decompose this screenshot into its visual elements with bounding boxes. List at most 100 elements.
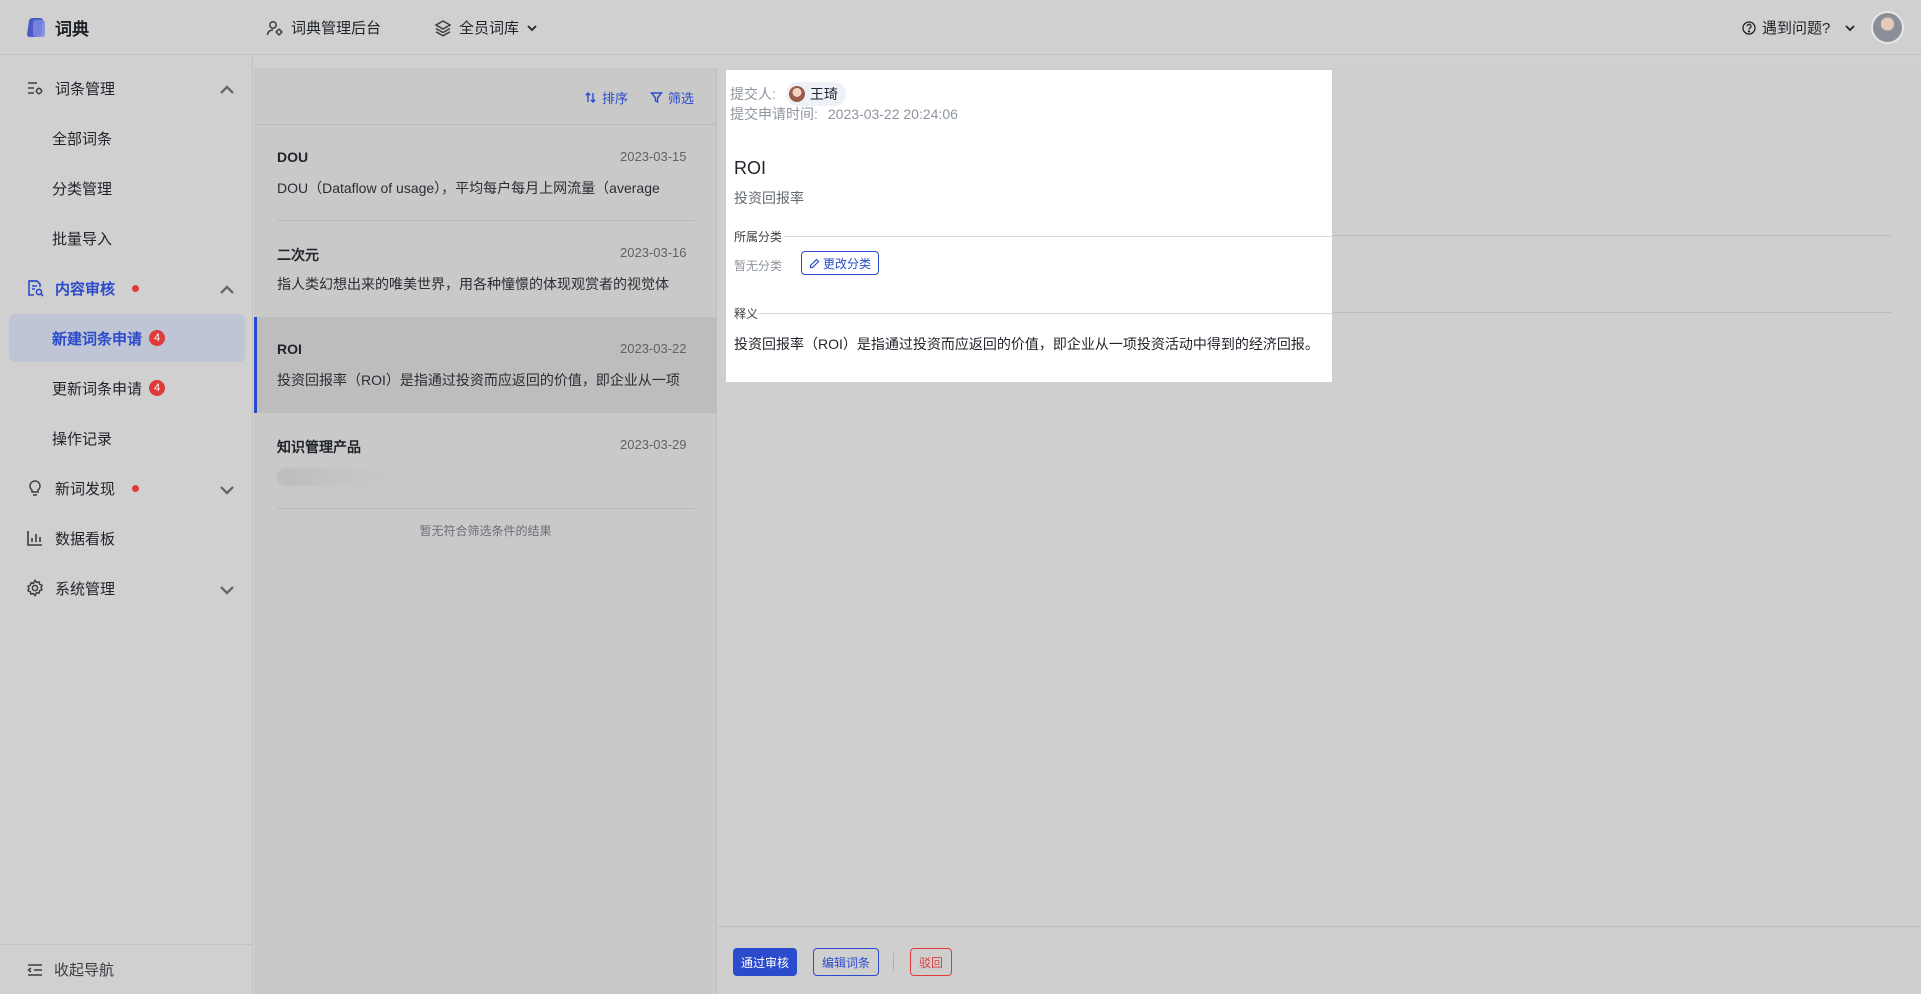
bar-chart-icon xyxy=(27,531,42,546)
edit-category-button[interactable]: 更改分类 xyxy=(801,251,880,275)
item-desc: 指人类幻想出来的唯美世界，用各种憧憬的体现观赏者的视觉体 xyxy=(277,276,669,292)
sidebar-group-label: 数据看板 xyxy=(55,530,116,548)
notification-dot xyxy=(132,484,140,492)
sidebar-group-label: 系统管理 xyxy=(55,580,116,598)
sidebar: 词条管理 全部词条 分类管理 批量导入 内容审核 新建词条申请 4 更新词条申请… xyxy=(0,56,253,994)
user-avatar[interactable] xyxy=(1871,11,1904,44)
sort-label: 排序 xyxy=(602,91,629,106)
count-badge: 4 xyxy=(149,330,166,346)
sidebar-group-system[interactable]: 系统管理 xyxy=(0,564,253,612)
sidebar-item-label: 更新词条申请 xyxy=(52,380,143,398)
edit-pen-icon xyxy=(809,258,820,268)
chevron-down-icon xyxy=(220,486,234,495)
item-date: 2023-03-22 xyxy=(620,341,687,356)
library-switcher[interactable]: 全员词库 xyxy=(434,17,538,38)
submit-time-row: 提交申请时间: 2023-03-22 20:24:06 xyxy=(730,104,958,124)
filter-button[interactable]: 筛选 xyxy=(650,88,694,107)
item-title: 二次元 xyxy=(277,247,319,263)
edit-category-label: 更改分类 xyxy=(823,256,872,271)
item-date: 2023-03-15 xyxy=(620,149,687,164)
sidebar-item-all-terms[interactable]: 全部词条 xyxy=(0,114,253,162)
sidebar-group-discovery[interactable]: 新词发现 xyxy=(0,464,253,512)
item-title: ROI xyxy=(277,341,302,357)
help-menu[interactable]: 遇到问题? xyxy=(1742,17,1856,38)
collapse-nav-label: 收起导航 xyxy=(54,962,115,979)
app-name: 词典 xyxy=(55,20,89,39)
section-divider xyxy=(758,313,1332,314)
sidebar-item-update-request[interactable]: 更新词条申请 4 xyxy=(0,364,253,412)
item-desc: 投资回报率（ROI）是指通过投资而应返回的价值，即企业从一项 xyxy=(277,372,680,388)
admin-nav-label: 词典管理后台 xyxy=(291,20,382,37)
lightbulb-icon xyxy=(29,480,41,496)
sidebar-item-category-mgmt[interactable]: 分类管理 xyxy=(0,164,253,212)
sidebar-item-bulk-import[interactable]: 批量导入 xyxy=(0,214,253,262)
top-bar: 词典 词典管理后台 全员词库 遇到问题? xyxy=(0,0,1921,55)
sidebar-group-label: 词条管理 xyxy=(55,80,116,98)
sidebar-item-label: 全部词条 xyxy=(52,130,113,148)
edit-term-button[interactable]: 编辑词条 xyxy=(813,948,880,976)
sidebar-item-label: 分类管理 xyxy=(52,180,113,198)
chevron-down-icon xyxy=(1845,24,1855,31)
chevron-up-icon xyxy=(220,85,234,94)
list-settings-icon xyxy=(28,82,43,95)
sidebar-group-term-mgmt[interactable]: 词条管理 xyxy=(0,64,253,112)
collapse-menu-icon xyxy=(27,963,42,976)
detail-panel: 提交人: 王琦 提交申请时间: 2023-03-22 20:24:06 ROI 投… xyxy=(718,68,1921,994)
term-alias: 投资回报率 xyxy=(734,190,804,206)
section-title: 释义 xyxy=(734,307,759,321)
detail-card: 提交人: 王琦 提交申请时间: 2023-03-22 20:24:06 ROI 投… xyxy=(726,70,1332,382)
request-list-panel: 排序 筛选 DOU 2023-03-15 DOU（Dataflow of usa… xyxy=(254,68,717,994)
app-logo[interactable]: 词典 xyxy=(26,15,89,40)
notification-dot xyxy=(132,284,140,292)
list-item[interactable]: 二次元 2023-03-16 指人类幻想出来的唯美世界，用各种憧憬的体现观赏者的… xyxy=(254,221,717,317)
chevron-down-icon xyxy=(220,586,234,595)
section-divider xyxy=(1332,312,1892,313)
admin-nav-link[interactable]: 词典管理后台 xyxy=(266,17,381,38)
user-settings-icon xyxy=(266,20,283,35)
term-title: ROI xyxy=(734,158,767,178)
section-divider xyxy=(1332,235,1892,236)
submitter-name: 王琦 xyxy=(809,86,838,102)
definition-section-label: 释义 xyxy=(734,305,758,322)
logo-icon xyxy=(26,17,47,38)
submit-time-label: 提交申请时间: xyxy=(730,106,818,122)
action-footer: 通过审核 编辑词条 驳回 xyxy=(718,926,1921,994)
sidebar-group-label: 内容审核 xyxy=(55,280,116,298)
sidebar-group-label: 新词发现 xyxy=(55,480,116,498)
submitter-label: 提交人: xyxy=(730,86,776,102)
category-section-label: 所属分类 xyxy=(734,228,782,245)
library-label: 全员词库 xyxy=(459,20,520,37)
submit-time-value: 2023-03-22 20:24:06 xyxy=(827,106,958,122)
count-badge: 4 xyxy=(149,380,166,396)
sidebar-item-label: 批量导入 xyxy=(52,230,113,248)
gear-icon xyxy=(27,579,43,597)
reject-button[interactable]: 驳回 xyxy=(910,948,953,976)
sidebar-item-label: 操作记录 xyxy=(52,430,113,448)
divider xyxy=(277,508,694,509)
list-toolbar: 排序 筛选 xyxy=(254,68,717,125)
filter-icon xyxy=(650,92,663,104)
chevron-up-icon xyxy=(220,285,234,294)
submitter-row: 提交人: 王琦 xyxy=(730,82,846,106)
empty-result-note: 暂无符合筛选条件的结果 xyxy=(419,524,552,538)
approve-button[interactable]: 通过审核 xyxy=(733,948,798,976)
definition-text: 投资回报率（ROI）是指通过投资而应返回的价值，即企业从一项投资活动中得到的经济… xyxy=(734,336,1319,352)
sidebar-group-dashboard[interactable]: 数据看板 xyxy=(0,514,253,562)
layers-icon xyxy=(434,19,452,37)
item-title: DOU xyxy=(277,149,309,165)
sort-button[interactable]: 排序 xyxy=(584,88,628,107)
chevron-down-icon xyxy=(527,24,537,31)
list-item[interactable]: DOU 2023-03-15 DOU（Dataflow of usage），平均… xyxy=(254,125,717,221)
item-title: 知识管理产品 xyxy=(277,439,361,455)
list-item-selected[interactable]: ROI 2023-03-22 投资回报率（ROI）是指通过投资而应返回的价值，即… xyxy=(254,317,717,413)
submitter-chip[interactable]: 王琦 xyxy=(785,82,846,106)
review-doc-icon xyxy=(28,280,44,297)
sidebar-item-new-request[interactable]: 新建词条申请 4 xyxy=(9,314,245,362)
item-date: 2023-03-16 xyxy=(620,245,687,260)
list-item[interactable]: 知识管理产品 2023-03-29 xyxy=(254,413,717,509)
item-date: 2023-03-29 xyxy=(620,437,687,452)
sidebar-group-content-review[interactable]: 内容审核 xyxy=(0,264,253,312)
button-separator xyxy=(893,953,894,971)
collapse-nav-button[interactable]: 收起导航 xyxy=(0,944,253,994)
sidebar-item-op-log[interactable]: 操作记录 xyxy=(0,414,253,462)
